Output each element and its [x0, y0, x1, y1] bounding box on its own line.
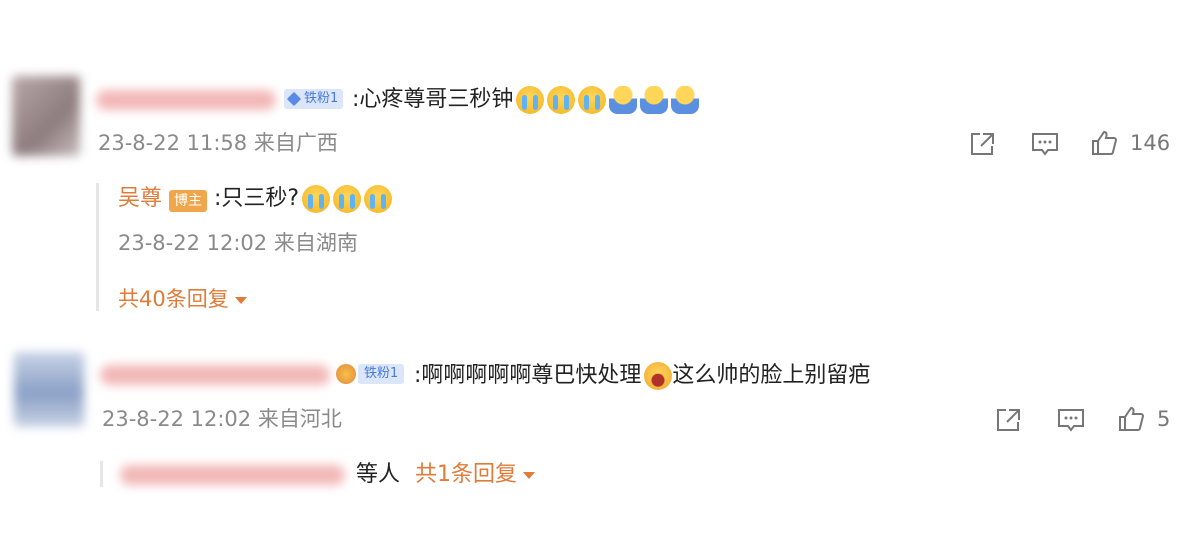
- screaming-emoji-icon: [644, 362, 673, 390]
- doge-emoji-icon: [640, 86, 669, 114]
- crying-emoji-icon: [302, 185, 331, 213]
- like-button[interactable]: 146: [1090, 128, 1170, 158]
- fan-badge: 铁粉1: [336, 364, 405, 384]
- host-badge: 博主: [169, 190, 208, 212]
- comment-meta: 23-8-22 12:02 来自河北: [102, 407, 342, 431]
- like-count: 146: [1130, 131, 1171, 155]
- reply-text: :只三秒?: [214, 186, 300, 211]
- like-icon: [1092, 130, 1118, 155]
- reply-username-blurred[interactable]: [120, 465, 345, 485]
- reply-preview: 等人 共1条回复: [356, 460, 536, 490]
- comment-text: :啊啊啊啊啊尊巴快处理 这么帅的脸上别留疤: [414, 362, 871, 390]
- caret-down-icon: [523, 471, 536, 479]
- comment-meta: 23-8-22 11:58 来自广西: [98, 131, 338, 155]
- username-blurred[interactable]: [96, 90, 276, 110]
- share-icon[interactable]: [994, 407, 1022, 433]
- avatar[interactable]: [12, 76, 80, 156]
- username-blurred[interactable]: [100, 365, 330, 385]
- fan-badge: 铁粉1: [284, 89, 344, 109]
- reply-divider: [100, 461, 103, 487]
- diamond-icon: [286, 91, 302, 107]
- more-replies-link[interactable]: 共40条回复: [118, 284, 247, 314]
- crying-emoji-icon: [516, 86, 545, 114]
- caret-down-icon: [234, 296, 247, 304]
- more-replies-link[interactable]: 共1条回复: [415, 462, 536, 487]
- reply-divider: [96, 183, 99, 311]
- comment-icon[interactable]: [1056, 407, 1086, 433]
- crying-emoji-icon: [578, 86, 607, 114]
- comment-icon[interactable]: [1030, 131, 1060, 157]
- comment-text: :心疼尊哥三秒钟: [352, 85, 700, 115]
- like-count: 5: [1157, 407, 1171, 431]
- doge-emoji-icon: [609, 86, 638, 114]
- crown-icon: [336, 364, 356, 384]
- reply-meta: 23-8-22 12:02 来自湖南: [118, 231, 358, 255]
- like-button[interactable]: 5: [1117, 404, 1170, 434]
- doge-emoji-icon: [671, 86, 700, 114]
- crying-emoji-icon: [547, 86, 576, 114]
- share-icon[interactable]: [968, 131, 996, 157]
- crying-emoji-icon: [364, 185, 393, 213]
- like-icon: [1119, 406, 1145, 431]
- crying-emoji-icon: [333, 185, 362, 213]
- reply-author[interactable]: 吴尊: [118, 186, 162, 211]
- avatar[interactable]: [14, 352, 84, 427]
- reply: 吴尊 博主 :只三秒?: [118, 184, 393, 214]
